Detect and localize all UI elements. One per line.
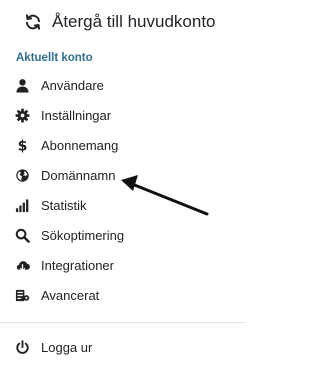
power-icon [16,340,29,354]
menu-item-label: Sökoptimering [41,228,125,243]
divider [0,322,246,323]
menu-item-seo[interactable]: Sökoptimering [0,223,246,249]
menu-item-integrations[interactable]: Integrationer [0,253,246,279]
bar-chart-icon [15,199,29,213]
menu-item-label: Statistik [41,198,87,213]
menu-item-users[interactable]: Användare [0,73,246,99]
advanced-icon [15,289,30,302]
menu-item-advanced[interactable]: Avancerat [0,283,246,309]
menu-item-domains[interactable]: Domännamn [0,163,246,189]
gear-icon [15,108,30,123]
menu-item-settings[interactable]: Inställningar [0,103,246,129]
back-to-main-account-button[interactable]: Återgå till huvudkonto [0,0,246,46]
menu-item-subscription[interactable]: $ Abonnemang [0,133,246,159]
logout-label: Logga ur [41,340,93,355]
search-icon [15,228,30,243]
account-menu-panel: Återgå till huvudkonto Aktuellt konto An… [0,0,246,373]
svg-text:$: $ [18,139,28,153]
menu-item-label: Avancerat [41,288,100,303]
dollar-icon: $ [18,139,28,153]
menu-item-label: Användare [41,78,104,93]
refresh-icon [26,14,40,30]
menu-item-label: Domännamn [41,168,116,183]
cloud-icon [16,261,30,272]
menu-item-statistics[interactable]: Statistik [0,193,246,219]
back-label: Återgå till huvudkonto [52,12,216,31]
menu-item-label: Abonnemang [41,138,119,153]
globe-icon [16,169,29,182]
user-icon [16,79,29,93]
menu-item-label: Inställningar [41,108,112,123]
logout-button[interactable]: Logga ur [0,335,246,361]
menu-item-label: Integrationer [41,258,114,273]
section-heading: Aktuellt konto [16,52,93,64]
